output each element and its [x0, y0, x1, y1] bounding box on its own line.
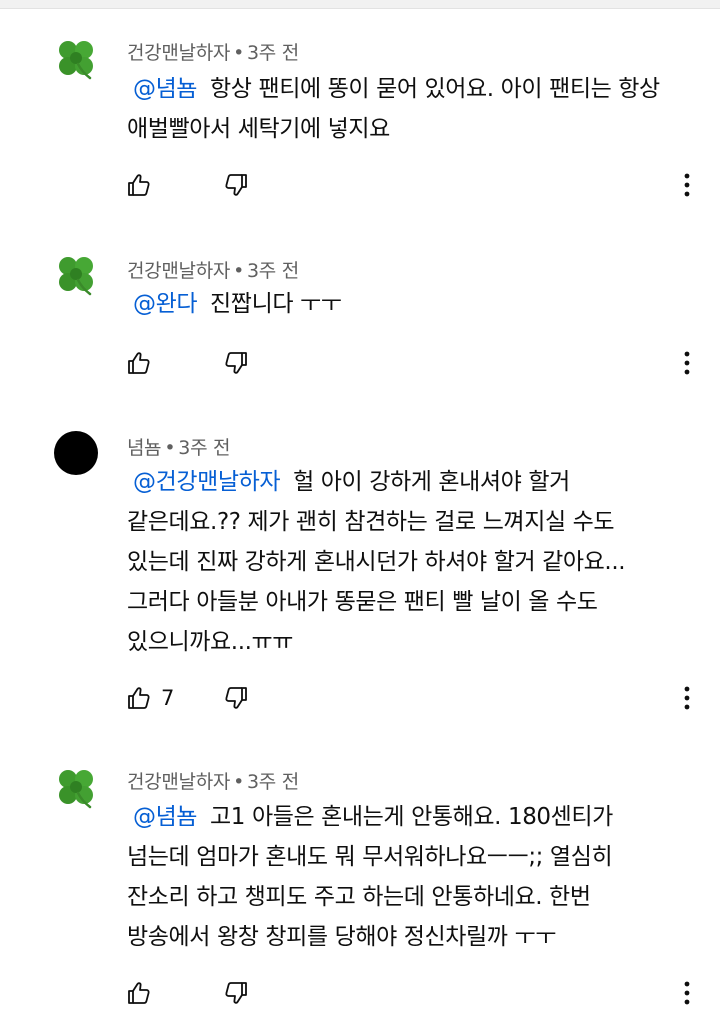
thumbs-up-icon: [128, 687, 150, 709]
thumbs-up-icon: [128, 352, 150, 374]
mention-link[interactable]: @념뇸: [127, 804, 203, 830]
top-divider: [0, 0, 720, 9]
clover-avatar[interactable]: [54, 36, 98, 80]
dislike-button[interactable]: [224, 683, 248, 713]
comment-actions: 7: [127, 683, 707, 713]
author-name[interactable]: 건강맨날하자: [127, 771, 230, 793]
comment-text: @념뇸 항상 팬티에 똥이 묻어 있어요. 아이 팬티는 항상 애벌빨아서 세탁…: [127, 76, 660, 142]
comment-meta: 건강맨날하자 • 3주 전: [127, 260, 299, 282]
like-button[interactable]: 7: [127, 683, 174, 713]
comment-meta: 건강맨날하자 • 3주 전: [127, 42, 299, 64]
comment-actions: [127, 170, 707, 200]
more-options-button[interactable]: [677, 683, 697, 713]
thumbs-up-icon: [128, 174, 150, 196]
thumbs-down-icon: [225, 352, 247, 374]
thumbs-down-icon: [225, 687, 247, 709]
comment-meta: 념뇸 • 3주 전: [127, 437, 231, 459]
comment-time: 3주 전: [247, 42, 299, 64]
author-name[interactable]: 건강맨날하자: [127, 260, 230, 282]
black-circle-avatar[interactable]: [54, 431, 98, 475]
comment-time: 3주 전: [178, 437, 231, 459]
more-vert-icon: [684, 686, 690, 710]
like-button[interactable]: [127, 978, 161, 1008]
like-button[interactable]: [127, 170, 161, 200]
comment-actions: [127, 348, 707, 378]
dislike-button[interactable]: [224, 348, 248, 378]
dislike-button[interactable]: [224, 978, 248, 1008]
comment-time: 3주 전: [247, 771, 299, 793]
comment-actions: [127, 978, 707, 1008]
thumbs-down-icon: [225, 174, 247, 196]
thumbs-up-icon: [128, 982, 150, 1004]
like-button[interactable]: [127, 348, 161, 378]
like-count: 7: [161, 686, 175, 710]
comment-time: 3주 전: [247, 260, 299, 282]
comment-text: @념뇸 고1 아들은 혼내는게 안통해요. 180센티가 넘는데 엄마가 혼내도…: [127, 804, 613, 950]
comment-text: @완다 진짭니다 ㅜㅜ: [127, 284, 677, 324]
mention-link[interactable]: @념뇸: [127, 76, 203, 102]
dislike-button[interactable]: [224, 170, 248, 200]
author-name[interactable]: 건강맨날하자: [127, 42, 230, 64]
more-options-button[interactable]: [677, 978, 697, 1008]
thumbs-down-icon: [225, 982, 247, 1004]
clover-avatar[interactable]: [54, 252, 98, 296]
mention-link[interactable]: @완다: [127, 291, 203, 317]
author-name[interactable]: 념뇸: [127, 437, 162, 459]
mention-link[interactable]: @건강맨날하자: [127, 469, 286, 495]
comment-text: @건강맨날하자 헐 아이 강하게 혼내셔야 할거 같은데요.?? 제가 괜히 참…: [127, 469, 626, 655]
more-vert-icon: [684, 981, 690, 1005]
comment-meta: 건강맨날하자 • 3주 전: [127, 771, 299, 793]
more-vert-icon: [684, 173, 690, 197]
more-vert-icon: [684, 351, 690, 375]
more-options-button[interactable]: [677, 170, 697, 200]
more-options-button[interactable]: [677, 348, 697, 378]
clover-avatar[interactable]: [54, 765, 98, 809]
